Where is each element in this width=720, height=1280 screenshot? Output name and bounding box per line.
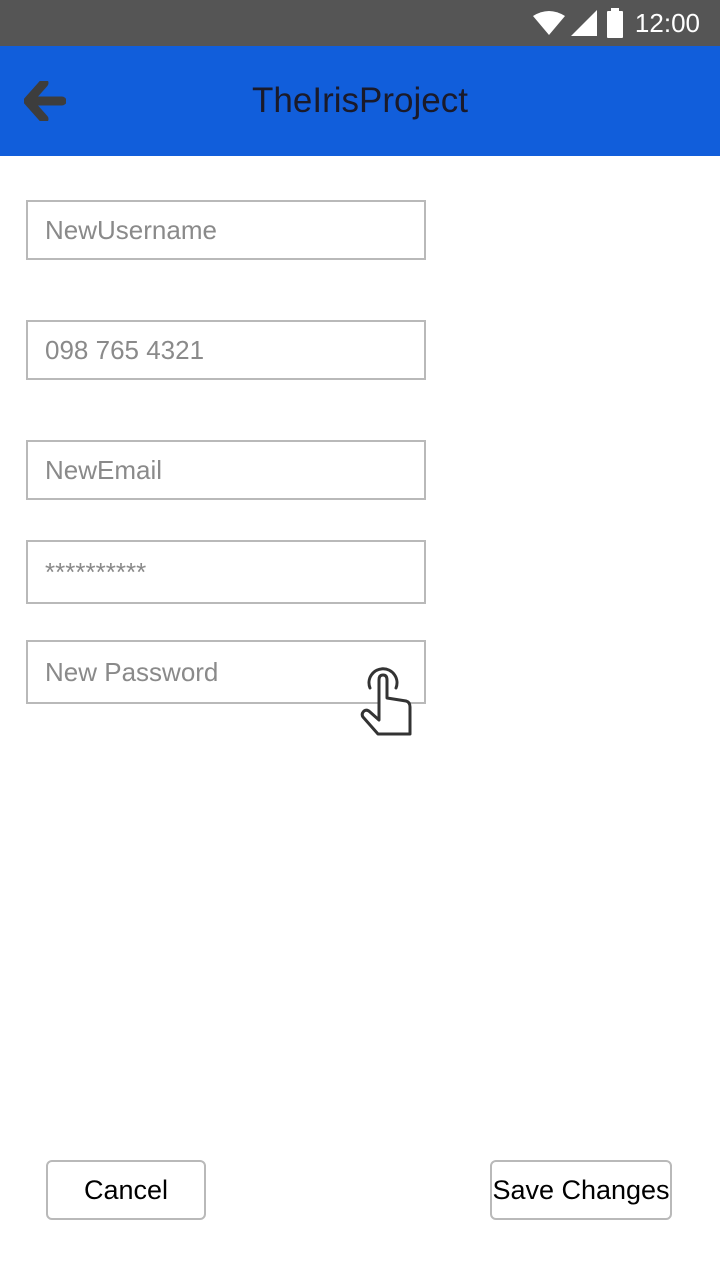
phone-input[interactable]	[28, 322, 424, 378]
current-password-field-box	[26, 540, 426, 604]
status-bar: 12:00	[0, 0, 720, 46]
save-changes-button[interactable]: Save Changes	[490, 1160, 672, 1220]
status-icons: 12:00	[532, 0, 700, 46]
tap-hand-icon	[358, 664, 414, 738]
arrow-left-icon	[23, 78, 67, 126]
wifi-icon	[532, 11, 565, 35]
username-input[interactable]	[28, 202, 424, 258]
back-button[interactable]	[18, 78, 72, 128]
battery-icon	[606, 8, 623, 38]
cancel-button[interactable]: Cancel	[46, 1160, 206, 1220]
phone-field-box	[26, 320, 426, 380]
app-bar: TheIrisProject	[0, 46, 720, 156]
status-clock: 12:00	[634, 7, 700, 38]
current-password-input[interactable]	[28, 542, 424, 602]
email-input[interactable]	[28, 442, 424, 498]
username-field-box	[26, 200, 426, 260]
email-field-box	[26, 440, 426, 500]
app-title: TheIrisProject	[252, 81, 468, 120]
cell-signal-icon	[570, 10, 597, 36]
